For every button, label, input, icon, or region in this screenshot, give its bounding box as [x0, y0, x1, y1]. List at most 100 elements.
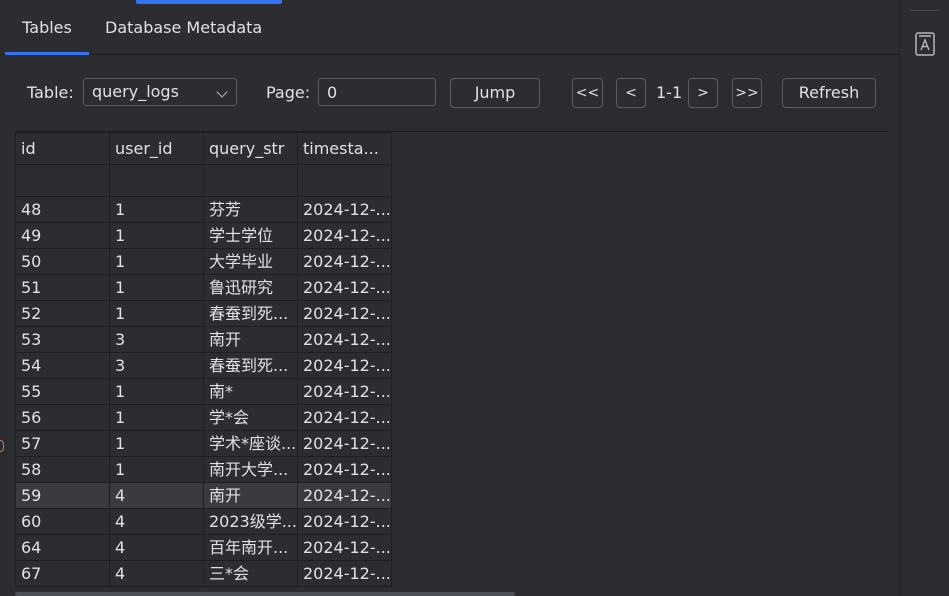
table-row[interactable]: 58 1 南开大学... 2024-12-...: [15, 456, 392, 483]
table-cell[interactable]: 2024-12-...: [297, 274, 392, 301]
table-cell[interactable]: 4: [109, 534, 204, 561]
table-cell[interactable]: 1: [109, 222, 204, 249]
table-cell[interactable]: 南*: [203, 378, 298, 405]
table-cell[interactable]: 64: [15, 534, 110, 561]
table-cell[interactable]: 三*会: [203, 560, 298, 587]
table-row[interactable]: 53 3 南开 2024-12-...: [15, 326, 392, 353]
table-cell[interactable]: 48: [15, 196, 110, 223]
table-cell[interactable]: 2024-12-...: [297, 404, 392, 431]
filter-cell[interactable]: [203, 164, 298, 197]
table-cell[interactable]: 学*会: [203, 404, 298, 431]
table-cell[interactable]: 南开: [203, 482, 298, 509]
table-row[interactable]: 52 1 春蚕到死... 2024-12-...: [15, 300, 392, 327]
app-window: Tables Database Metadata Table: query_lo…: [0, 0, 949, 596]
table-row[interactable]: 67 4 三*会 2024-12-...: [15, 560, 392, 587]
table-row[interactable]: 64 4 百年南开... 2024-12-...: [15, 534, 392, 561]
table-cell[interactable]: 1: [109, 430, 204, 457]
table-cell[interactable]: 南开大学...: [203, 456, 298, 483]
table-cell[interactable]: 49: [15, 222, 110, 249]
table-row[interactable]: 59 4 南开 2024-12-...: [15, 482, 392, 509]
table-cell[interactable]: 1: [109, 378, 204, 405]
table-cell[interactable]: 54: [15, 352, 110, 379]
table-cell[interactable]: 春蚕到死...: [203, 352, 298, 379]
table-cell[interactable]: 2024-12-...: [297, 508, 392, 535]
table-cell[interactable]: 58: [15, 456, 110, 483]
column-header-id[interactable]: id: [15, 132, 110, 165]
table-cell[interactable]: 百年南开...: [203, 534, 298, 561]
table-cell[interactable]: 1: [109, 196, 204, 223]
table-cell[interactable]: 鲁迅研究: [203, 274, 298, 301]
column-header-query-str[interactable]: query_str: [203, 132, 298, 165]
table-cell[interactable]: 52: [15, 300, 110, 327]
table-cell[interactable]: 4: [109, 560, 204, 587]
table-cell[interactable]: 1: [109, 300, 204, 327]
table-cell[interactable]: 春蚕到死...: [203, 300, 298, 327]
table-cell[interactable]: 1: [109, 248, 204, 275]
table-cell[interactable]: 学士学位: [203, 222, 298, 249]
table-cell[interactable]: 4: [109, 482, 204, 509]
table-row[interactable]: 56 1 学*会 2024-12-...: [15, 404, 392, 431]
table-cell[interactable]: 67: [15, 560, 110, 587]
table-cell[interactable]: 4: [109, 508, 204, 535]
table-row[interactable]: 54 3 春蚕到死... 2024-12-...: [15, 352, 392, 379]
table-cell[interactable]: 2024-12-...: [297, 456, 392, 483]
page-input[interactable]: [318, 78, 436, 106]
table-row[interactable]: 48 1 芬芳 2024-12-...: [15, 196, 392, 223]
table-cell[interactable]: 芬芳: [203, 196, 298, 223]
table-cell[interactable]: 59: [15, 482, 110, 509]
table-cell[interactable]: 2024-12-...: [297, 196, 392, 223]
table-cell[interactable]: 2024-12-...: [297, 248, 392, 275]
table-cell[interactable]: 55: [15, 378, 110, 405]
table-row[interactable]: 57 1 学术*座谈... 2024-12-...: [15, 430, 392, 457]
book-icon[interactable]: [914, 31, 936, 57]
refresh-button[interactable]: Refresh: [782, 78, 876, 108]
table-cell[interactable]: 2024-12-...: [297, 222, 392, 249]
table-cell[interactable]: 51: [15, 274, 110, 301]
filter-cell[interactable]: [297, 164, 392, 197]
table-cell[interactable]: 学术*座谈...: [203, 430, 298, 457]
table-cell[interactable]: 2024-12-...: [297, 560, 392, 587]
table-cell[interactable]: 56: [15, 404, 110, 431]
table-cell[interactable]: 2023级学...: [203, 508, 298, 535]
table-cell[interactable]: 3: [109, 352, 204, 379]
table-cell[interactable]: 2024-12-...: [297, 378, 392, 405]
tab-database-metadata[interactable]: Database Metadata: [89, 4, 278, 54]
table-cell[interactable]: 1: [109, 274, 204, 301]
table-cell[interactable]: 2024-12-...: [297, 300, 392, 327]
jump-button[interactable]: Jump: [450, 78, 540, 108]
table-cell[interactable]: 2024-12-...: [297, 534, 392, 561]
column-header-user-id[interactable]: user_id: [109, 132, 204, 165]
horizontal-scrollbar[interactable]: [15, 592, 515, 596]
table-row[interactable]: 49 1 学士学位 2024-12-...: [15, 222, 392, 249]
first-page-button[interactable]: <<: [572, 78, 603, 108]
data-table: id user_id query_str timesta... 48 1 芬芳 202…: [15, 132, 392, 587]
table-cell[interactable]: 53: [15, 326, 110, 353]
column-header-timestamp[interactable]: timesta...: [297, 132, 392, 165]
previous-page-button[interactable]: <: [616, 78, 646, 108]
table-cell[interactable]: 60: [15, 508, 110, 535]
last-page-button[interactable]: >>: [732, 78, 762, 108]
table-cell[interactable]: 2024-12-...: [297, 352, 392, 379]
filter-cell[interactable]: [109, 164, 204, 197]
table-cell[interactable]: 2024-12-...: [297, 326, 392, 353]
table-cell[interactable]: 1: [109, 456, 204, 483]
table-cell[interactable]: 大学毕业: [203, 248, 298, 275]
next-page-button[interactable]: >: [688, 78, 718, 108]
divider: [910, 10, 940, 11]
data-table-area: id user_id query_str timesta... 48 1 芬芳 202…: [15, 131, 888, 596]
tab-tables-label: Tables: [22, 18, 72, 37]
table-cell[interactable]: 2024-12-...: [297, 430, 392, 457]
table-row[interactable]: 50 1 大学毕业 2024-12-...: [15, 248, 392, 275]
table-cell[interactable]: 3: [109, 326, 204, 353]
table-cell[interactable]: 1: [109, 404, 204, 431]
tab-tables[interactable]: Tables: [5, 4, 89, 55]
filter-cell[interactable]: [15, 164, 110, 197]
table-cell[interactable]: 50: [15, 248, 110, 275]
table-cell[interactable]: 南开: [203, 326, 298, 353]
table-cell[interactable]: 57: [15, 430, 110, 457]
table-row[interactable]: 55 1 南* 2024-12-...: [15, 378, 392, 405]
table-select[interactable]: query_logs: [83, 78, 237, 106]
table-row[interactable]: 60 4 2023级学... 2024-12-...: [15, 508, 392, 535]
table-row[interactable]: 51 1 鲁迅研究 2024-12-...: [15, 274, 392, 301]
table-cell[interactable]: 2024-12-...: [297, 482, 392, 509]
